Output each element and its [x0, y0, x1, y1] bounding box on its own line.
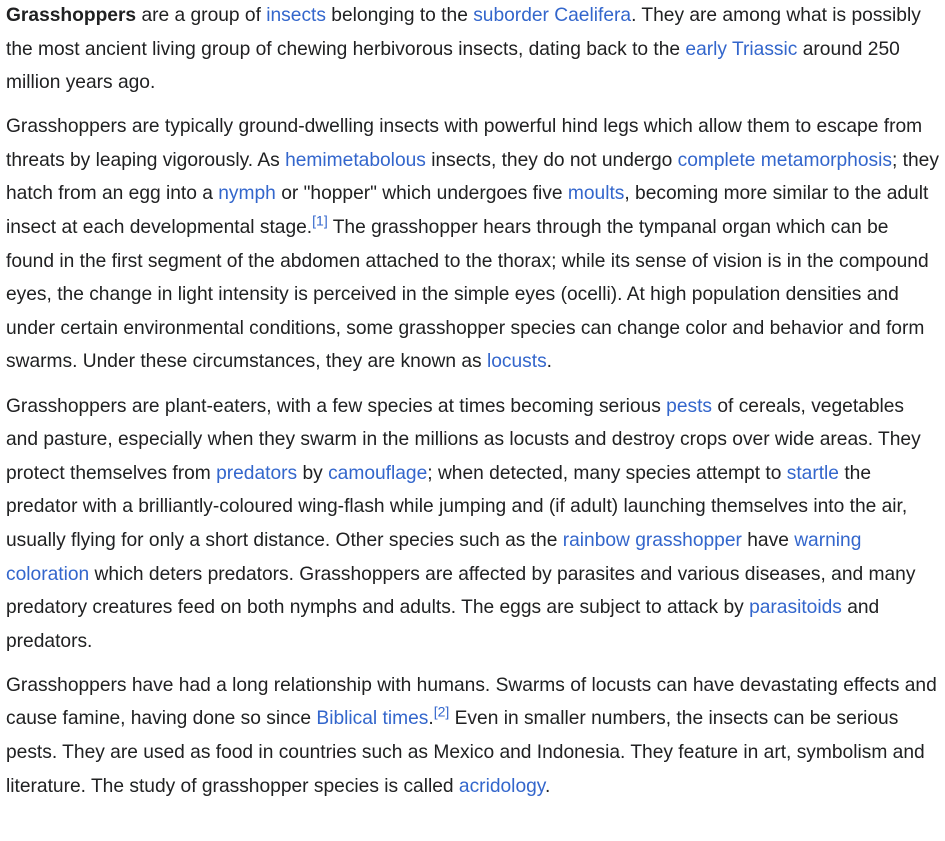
link-insects[interactable]: insects — [266, 5, 326, 26]
article-subject-bold: Grasshoppers — [6, 5, 137, 26]
text-run: or "hopper" which undergoes five — [275, 183, 568, 205]
link-camouflage[interactable]: camouflage — [328, 463, 427, 484]
link-parasitoids[interactable]: parasitoids — [749, 597, 842, 618]
citation-superscript: [1] — [312, 213, 328, 229]
link-nymph[interactable]: nymph — [218, 183, 276, 204]
text-run: . — [546, 351, 553, 373]
text-run: by — [297, 462, 329, 484]
link-hemimetabolous[interactable]: hemimetabolous — [285, 150, 426, 171]
citation-2[interactable]: [2] — [434, 704, 450, 720]
text-run: insects, they do not undergo — [425, 149, 678, 171]
link-complete-metamorphosis[interactable]: complete metamorphosis — [678, 150, 892, 171]
paragraph: Grasshoppers are a group of insects belo… — [6, 0, 941, 100]
link-moults[interactable]: moults — [568, 183, 625, 204]
text-run: belonging to the — [325, 5, 474, 26]
link-rainbow-grasshopper[interactable]: rainbow grasshopper — [563, 530, 742, 551]
paragraph: Grasshoppers are typically ground-dwelli… — [6, 110, 941, 379]
link-early-triassic[interactable]: early Triassic — [685, 39, 797, 60]
paragraph: Grasshoppers are plant-eaters, with a fe… — [6, 390, 941, 659]
text-run: . — [544, 775, 551, 797]
paragraph: Grasshoppers have had a long relationshi… — [6, 669, 941, 803]
link-pests[interactable]: pests — [666, 396, 712, 417]
text-run: Grasshoppers are plant-eaters, with a fe… — [6, 395, 667, 417]
citation-superscript: [2] — [434, 704, 450, 720]
text-run: The grasshopper hears through the tympan… — [6, 217, 929, 373]
text-run: have — [741, 529, 795, 551]
link-predators[interactable]: predators — [216, 463, 297, 484]
link-biblical-times[interactable]: Biblical times — [316, 708, 428, 729]
text-run: are a group of — [136, 5, 267, 26]
citation-1[interactable]: [1] — [312, 213, 328, 229]
link-acridology[interactable]: acridology — [459, 776, 545, 797]
link-locusts[interactable]: locusts — [487, 351, 547, 372]
link-suborder-caelifera[interactable]: suborder Caelifera — [473, 5, 631, 26]
text-run: ; when detected, many species attempt to — [427, 462, 787, 484]
article-body: Grasshoppers are a group of insects belo… — [0, 0, 941, 803]
link-startle[interactable]: startle — [787, 463, 839, 484]
